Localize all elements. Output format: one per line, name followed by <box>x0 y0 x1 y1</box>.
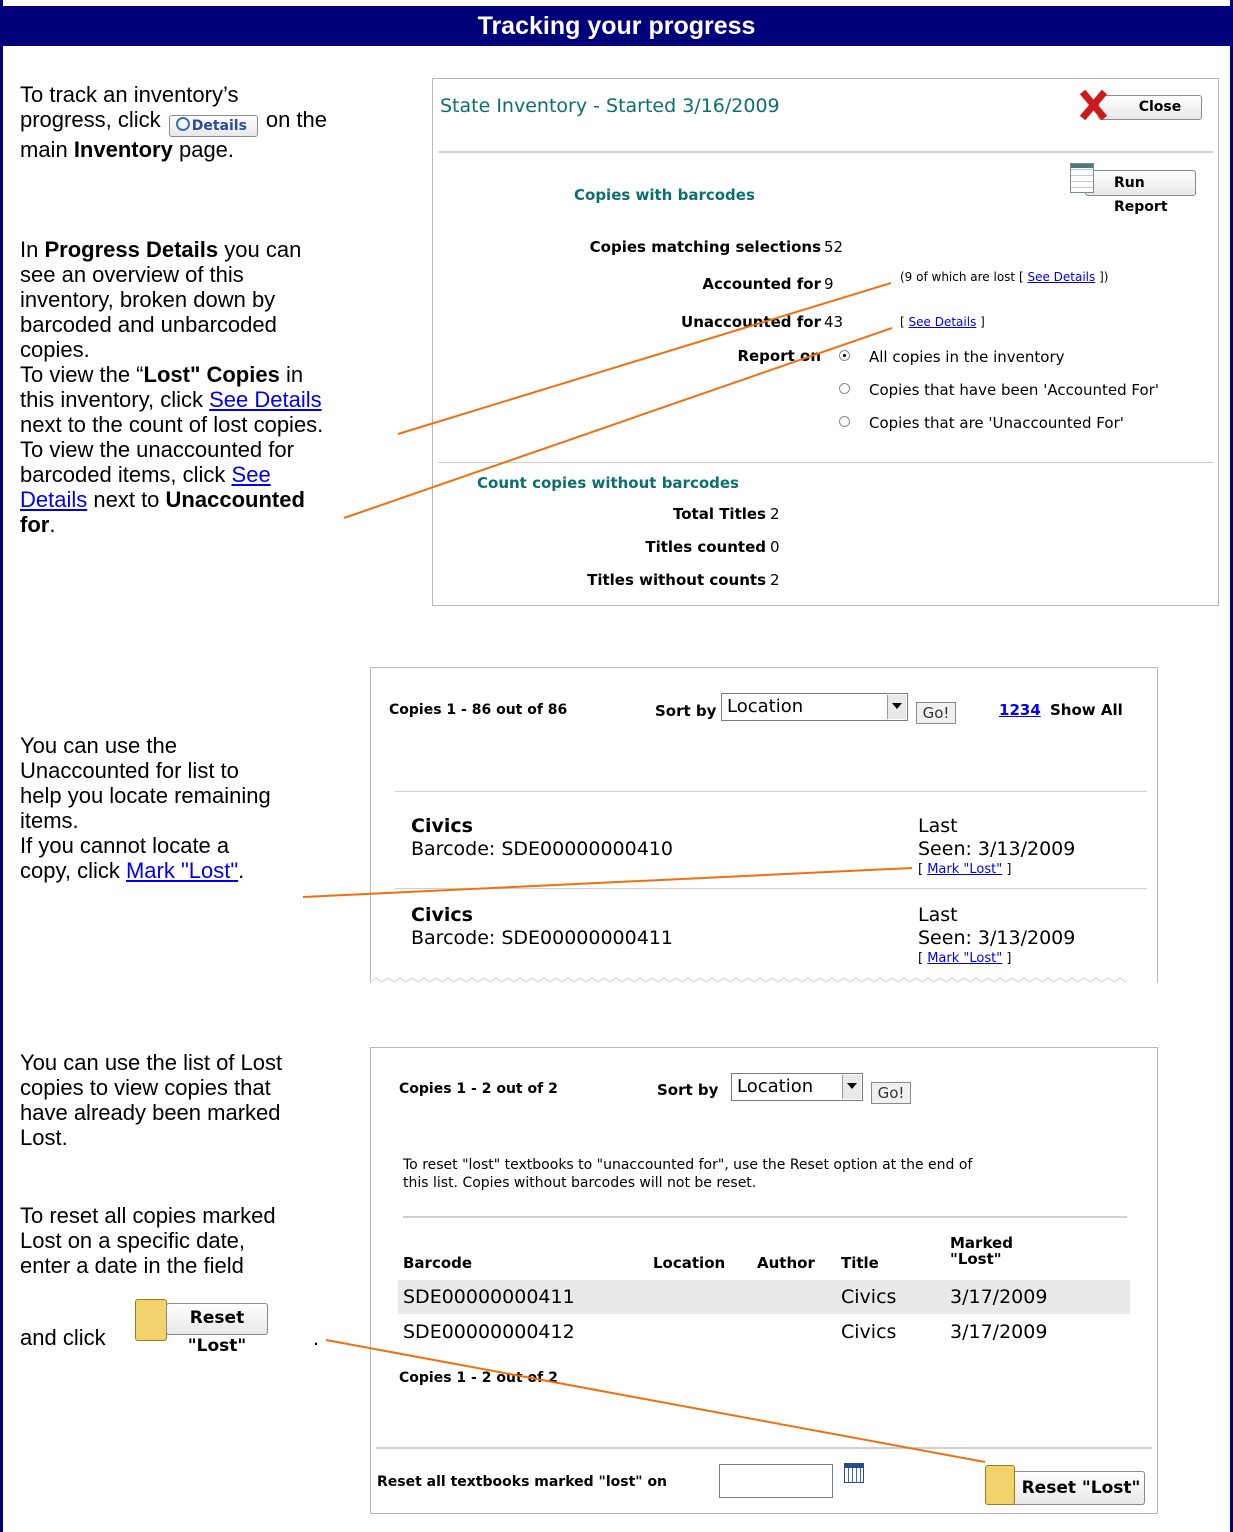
callout-lines <box>302 282 986 1463</box>
callout-line <box>325 1339 986 1463</box>
callout-line <box>397 282 892 435</box>
callout-line <box>302 867 913 898</box>
callout-line <box>343 327 893 519</box>
